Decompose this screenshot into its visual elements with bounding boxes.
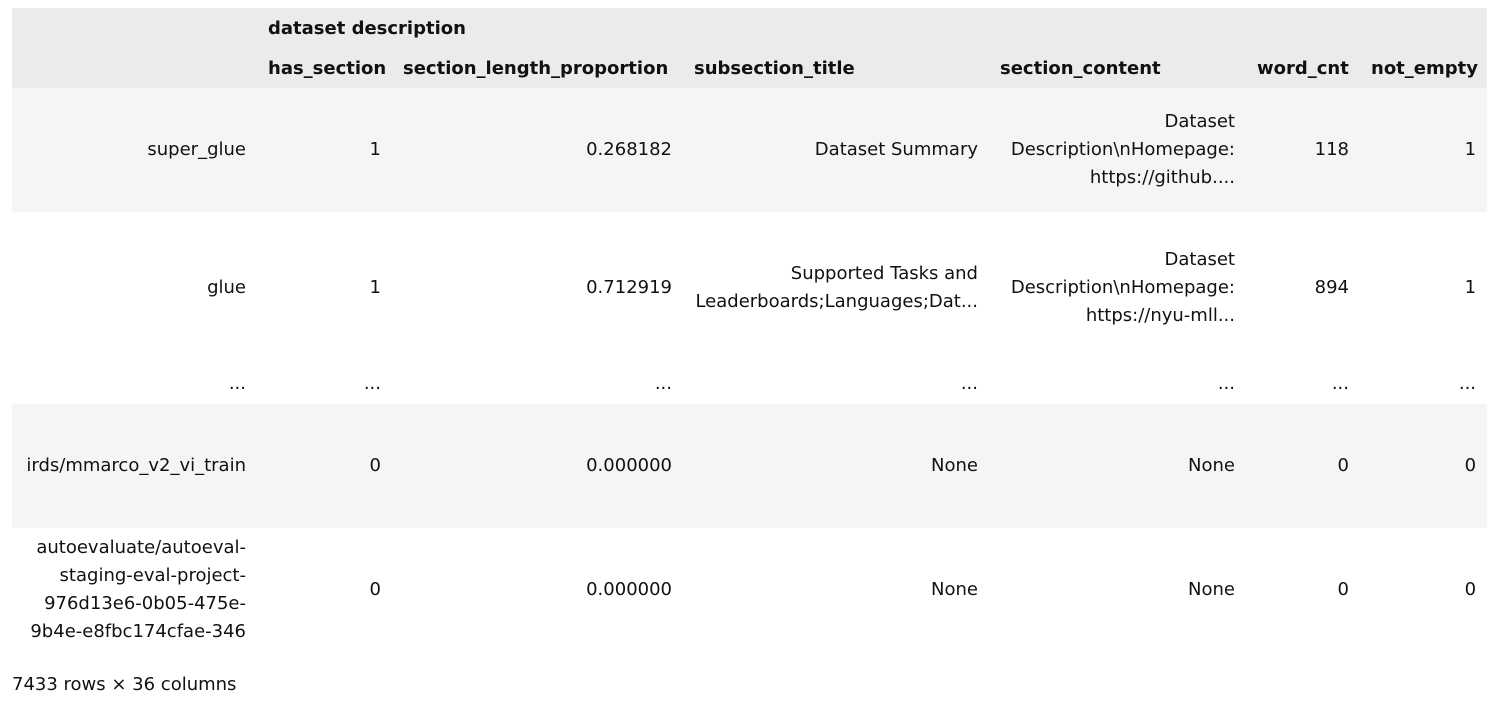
index-header-empty	[12, 8, 257, 48]
column-header-section-content: section_content	[989, 48, 1246, 88]
cell-section-content: Dataset Description\nHomepage: https://n…	[989, 212, 1246, 364]
row-index: autoevaluate/autoeval-staging-eval-proje…	[12, 528, 257, 652]
cell-subsection-title: Dataset Summary	[683, 88, 989, 212]
cell-section-content: None	[989, 528, 1246, 652]
row-index: ...	[12, 364, 257, 404]
index-header-empty	[12, 48, 257, 88]
table-row-ellipsis: ... ... ... ... ... ... ...	[12, 364, 1487, 404]
column-header-has-section: has_section	[257, 48, 392, 88]
cell-has-section: 0	[257, 404, 392, 528]
group-header-dataset-description: dataset description	[257, 8, 1487, 48]
cell-section-length-proportion: 0.000000	[392, 528, 683, 652]
table-row: glue 1 0.712919 Supported Tasks and Lead…	[12, 212, 1487, 364]
column-header-section-length-proportion: section_length_proportion	[392, 48, 683, 88]
cell-has-section: 1	[257, 212, 392, 364]
cell-has-section: 1	[257, 88, 392, 212]
table-row: super_glue 1 0.268182 Dataset Summary Da…	[12, 88, 1487, 212]
dataframe-output: dataset description has_section section_…	[12, 8, 1487, 652]
cell-has-section: ...	[257, 364, 392, 404]
column-header-not-empty: not_empty	[1360, 48, 1487, 88]
cell-subsection-title: None	[683, 404, 989, 528]
cell-section-length-proportion: 0.712919	[392, 212, 683, 364]
cell-subsection-title: Supported Tasks and Leaderboards;Languag…	[683, 212, 989, 364]
cell-subsection-title: None	[683, 528, 989, 652]
table-body: super_glue 1 0.268182 Dataset Summary Da…	[12, 88, 1487, 652]
row-index: super_glue	[12, 88, 257, 212]
header-row-group: dataset description	[12, 8, 1487, 48]
header-row-columns: has_section section_length_proportion su…	[12, 48, 1487, 88]
cell-word-cnt: 0	[1246, 528, 1360, 652]
cell-not-empty: 1	[1360, 88, 1487, 212]
cell-word-cnt: 118	[1246, 88, 1360, 212]
column-header-word-cnt: word_cnt	[1246, 48, 1360, 88]
row-index: glue	[12, 212, 257, 364]
cell-section-length-proportion: ...	[392, 364, 683, 404]
cell-section-length-proportion: 0.000000	[392, 404, 683, 528]
cell-word-cnt: 0	[1246, 404, 1360, 528]
cell-word-cnt: ...	[1246, 364, 1360, 404]
cell-not-empty: 0	[1360, 528, 1487, 652]
table-row: irds/mmarco_v2_vi_train 0 0.000000 None …	[12, 404, 1487, 528]
cell-has-section: 0	[257, 528, 392, 652]
table-shape-summary: 7433 rows × 36 columns	[12, 674, 237, 695]
cell-not-empty: 0	[1360, 404, 1487, 528]
column-header-subsection-title: subsection_title	[683, 48, 989, 88]
cell-not-empty: ...	[1360, 364, 1487, 404]
cell-subsection-title: ...	[683, 364, 989, 404]
cell-section-content: Dataset Description\nHomepage: https://g…	[989, 88, 1246, 212]
table-row: autoevaluate/autoeval-staging-eval-proje…	[12, 528, 1487, 652]
dataframe-table: dataset description has_section section_…	[12, 8, 1487, 652]
row-index: irds/mmarco_v2_vi_train	[12, 404, 257, 528]
table-header: dataset description has_section section_…	[12, 8, 1487, 88]
cell-section-content: None	[989, 404, 1246, 528]
cell-section-content: ...	[989, 364, 1246, 404]
cell-section-length-proportion: 0.268182	[392, 88, 683, 212]
cell-word-cnt: 894	[1246, 212, 1360, 364]
cell-not-empty: 1	[1360, 212, 1487, 364]
